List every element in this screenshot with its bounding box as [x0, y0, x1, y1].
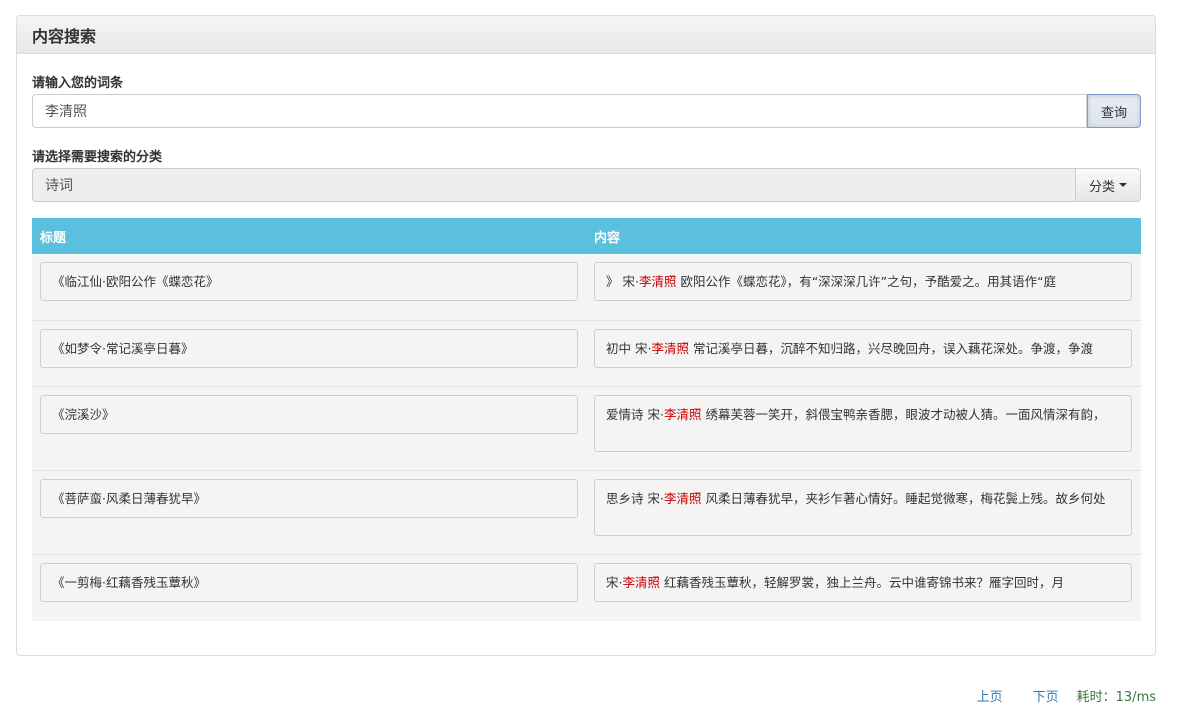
results-table: 标题 内容 《临江仙·欧阳公作《蝶恋花》 》 宋·李清照 欧阳公作《蝶恋花》，有…	[32, 218, 1141, 621]
row-text: 常记溪亭日暮，沉醉不知归路，兴尽晚回舟，误入藕花深处。争渡，争渡	[688, 341, 1093, 356]
row-text: 绣幕芙蓉一笑开，斜偎宝鸭亲香腮，眼波才动被人猜。一面风情深有韵，	[701, 407, 1106, 422]
category-input[interactable]	[32, 168, 1076, 202]
query-button[interactable]: 查询	[1087, 94, 1141, 128]
search-panel: 内容搜索 请输入您的词条 查询 请选择需要搜索的分类 分类 标题 内容 《临江仙…	[16, 15, 1156, 656]
pager-footer: 上页 下页 耗时：13/ms	[977, 686, 1156, 705]
row-title[interactable]: 《浣溪沙》	[40, 395, 578, 434]
panel-title: 内容搜索	[32, 26, 97, 46]
row-author: 李清照	[663, 491, 702, 506]
prev-page-link[interactable]: 上页	[977, 686, 1003, 705]
category-button-label: 分类	[1088, 179, 1115, 195]
caret-down-icon	[1119, 183, 1127, 187]
category-dropdown-button[interactable]: 分类	[1076, 168, 1141, 202]
row-title[interactable]: 《如梦令·常记溪亭日暮》	[40, 329, 578, 368]
row-content[interactable]: 宋·李清照 红藕香残玉蕈秋，轻解罗裳，独上兰舟。云中谁寄锦书来？雁字回时，月	[594, 563, 1132, 602]
row-text: 风柔日薄春犹早，夹衫乍著心情好。睡起觉微寒，梅花鬓上残。故乡何处	[701, 491, 1106, 506]
row-content[interactable]: 初中 宋·李清照 常记溪亭日暮，沉醉不知归路，兴尽晚回舟，误入藕花深处。争渡，争…	[594, 329, 1132, 368]
search-input-group: 查询	[32, 94, 1141, 128]
row-prefix: 宋·	[606, 575, 623, 590]
row-prefix: 爱情诗 宋·	[606, 407, 664, 422]
row-content[interactable]: 》 宋·李清照 欧阳公作《蝶恋花》，有“深深深几许”之句，予酷爱之。用其语作“庭	[594, 262, 1132, 301]
elapsed-time: 耗时：13/ms	[1076, 690, 1156, 705]
category-input-group: 分类	[32, 168, 1141, 202]
row-prefix: 思乡诗 宋·	[606, 491, 664, 506]
row-author: 李清照	[663, 407, 702, 422]
row-title[interactable]: 《临江仙·欧阳公作《蝶恋花》	[40, 262, 578, 301]
row-text: 欧阳公作《蝶恋花》，有“深深深几许”之句，予酷爱之。用其语作“庭	[676, 274, 1057, 289]
results-header: 标题 内容	[32, 218, 1141, 254]
row-prefix: 》 宋·	[606, 274, 639, 289]
column-header-title: 标题	[40, 230, 67, 246]
table-row: 《浣溪沙》 爱情诗 宋·李清照 绣幕芙蓉一笑开，斜偎宝鸭亲香腮，眼波才动被人猜。…	[32, 386, 1141, 470]
row-prefix: 初中 宋·	[606, 341, 652, 356]
row-content[interactable]: 爱情诗 宋·李清照 绣幕芙蓉一笑开，斜偎宝鸭亲香腮，眼波才动被人猜。一面风情深有…	[594, 395, 1132, 452]
row-author: 李清照	[622, 575, 660, 590]
row-author: 李清照	[638, 274, 677, 289]
table-row: 《临江仙·欧阳公作《蝶恋花》 》 宋·李清照 欧阳公作《蝶恋花》，有“深深深几许…	[32, 254, 1141, 320]
table-row: 《一剪梅·红藕香残玉蕈秋》 宋·李清照 红藕香残玉蕈秋，轻解罗裳，独上兰舟。云中…	[32, 554, 1141, 621]
panel-heading: 内容搜索	[17, 16, 1155, 54]
next-page-link[interactable]: 下页	[1033, 686, 1059, 705]
row-title[interactable]: 《菩萨蛮·风柔日薄春犹早》	[40, 479, 578, 518]
category-label: 请选择需要搜索的分类	[32, 150, 163, 165]
column-header-content: 内容	[594, 230, 621, 246]
row-author: 李清照	[651, 341, 689, 356]
search-label: 请输入您的词条	[32, 76, 124, 91]
table-row: 《如梦令·常记溪亭日暮》 初中 宋·李清照 常记溪亭日暮，沉醉不知归路，兴尽晚回…	[32, 320, 1141, 386]
row-content[interactable]: 思乡诗 宋·李清照 风柔日薄春犹早，夹衫乍著心情好。睡起觉微寒，梅花鬓上残。故乡…	[594, 479, 1132, 536]
row-title[interactable]: 《一剪梅·红藕香残玉蕈秋》	[40, 563, 578, 602]
search-input[interactable]	[32, 94, 1087, 128]
row-text: 红藕香残玉蕈秋，轻解罗裳，独上兰舟。云中谁寄锦书来？雁字回时，月	[660, 575, 1064, 590]
table-row: 《菩萨蛮·风柔日薄春犹早》 思乡诗 宋·李清照 风柔日薄春犹早，夹衫乍著心情好。…	[32, 470, 1141, 554]
